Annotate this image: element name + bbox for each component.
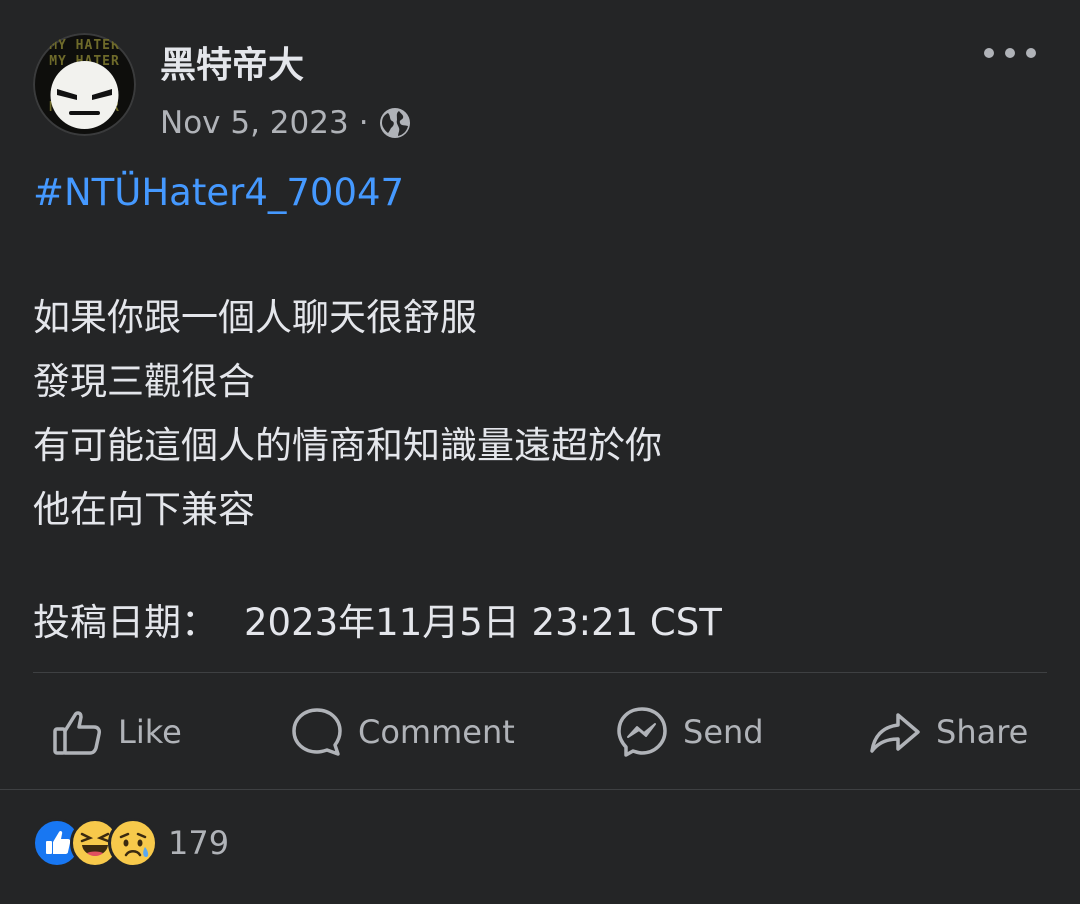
share-button[interactable]: Share (868, 704, 1028, 760)
action-bar: Like Comment Send Share (0, 680, 1080, 788)
reaction-summary[interactable]: 179 (32, 818, 229, 868)
thumbs-up-icon (50, 705, 104, 759)
post-date[interactable]: Nov 5, 2023 (160, 105, 349, 141)
more-options-button[interactable] (984, 38, 1036, 68)
author-name[interactable]: 黑特帝大 (160, 44, 304, 88)
globe-icon[interactable] (379, 107, 411, 139)
post-line: 如果你跟一個人聊天很舒服 (33, 296, 477, 339)
comment-button[interactable]: Comment (290, 704, 515, 760)
divider (33, 672, 1047, 673)
like-label: Like (118, 713, 182, 751)
angry-face-icon (50, 61, 119, 129)
meta-separator: · (358, 105, 369, 141)
send-button[interactable]: Send (615, 704, 764, 760)
messenger-icon (615, 705, 669, 759)
post-meta: Nov 5, 2023 · (160, 104, 411, 142)
more-dot-icon (1005, 48, 1015, 58)
divider (0, 789, 1080, 790)
more-dot-icon (984, 48, 994, 58)
send-label: Send (683, 713, 764, 751)
sad-reaction-icon (108, 818, 158, 868)
submission-date: 投稿日期： 2023年11月5日 23:21 CST (33, 598, 722, 648)
hashtag-link[interactable]: #NTÜHater4_70047 (33, 170, 1043, 216)
comment-label: Comment (358, 713, 515, 751)
post-line: 有可能這個人的情商和知識量遠超於你 (33, 424, 662, 467)
author-avatar[interactable]: MY HATER MY HATER MY HATER (33, 33, 136, 136)
post-line: 發現三觀很合 (33, 360, 255, 403)
share-arrow-icon (868, 705, 922, 759)
post-line: 他在向下兼容 (33, 488, 255, 531)
like-button[interactable]: Like (50, 704, 182, 760)
reaction-count[interactable]: 179 (168, 824, 229, 862)
share-label: Share (936, 713, 1029, 751)
post-lines: 如果你跟一個人聊天很舒服 發現三觀很合 有可能這個人的情商和知識量遠超於你 他在… (33, 286, 662, 542)
comment-icon (290, 705, 344, 759)
submission-label: 投稿日期： (33, 601, 218, 644)
post-body: #NTÜHater4_70047 如果你跟一個人聊天很舒服 發現三觀很合 有可能… (33, 170, 1043, 644)
submission-value: 2023年11月5日 23:21 CST (244, 601, 722, 644)
post-header: MY HATER MY HATER MY HATER 黑特帝大 Nov 5, 2… (0, 0, 1080, 150)
more-dot-icon (1026, 48, 1036, 58)
